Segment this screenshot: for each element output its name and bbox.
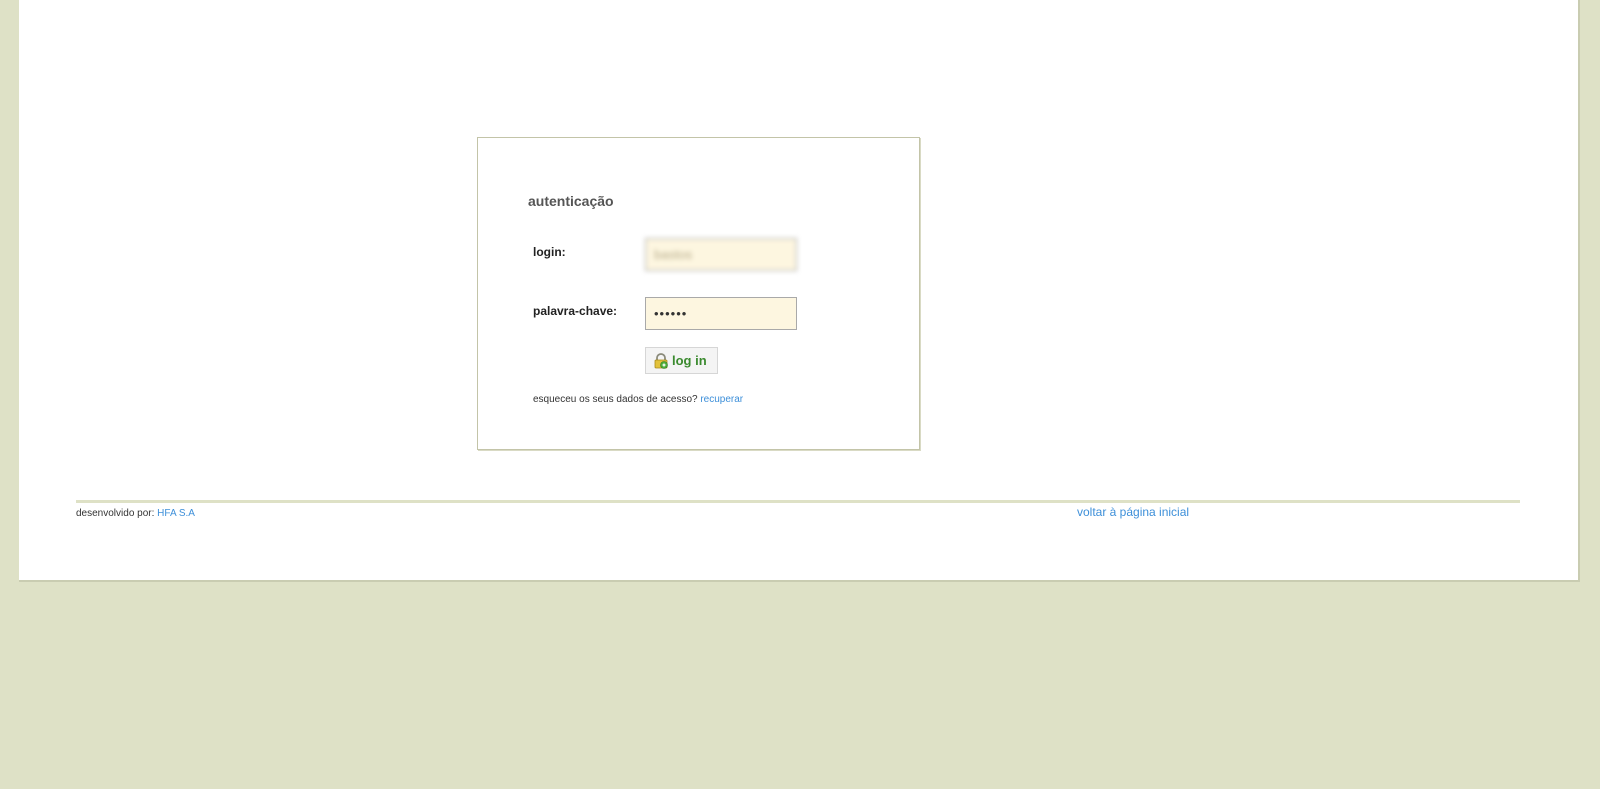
forgot-text: esqueceu os seus dados de acesso? recupe… (533, 394, 743, 405)
login-panel: autenticação login: palavra-chave: log i… (477, 137, 920, 450)
login-button-label: log in (672, 353, 707, 368)
page-container: autenticação login: palavra-chave: log i… (19, 0, 1580, 582)
home-link[interactable]: voltar à página inicial (1077, 505, 1189, 519)
password-label: palavra-chave: (533, 304, 618, 318)
login-button[interactable]: log in (645, 347, 718, 374)
login-input[interactable] (645, 238, 797, 271)
password-input[interactable] (645, 297, 797, 330)
developed-by-label: desenvolvido por: (76, 508, 155, 519)
home-link-container: voltar à página inicial (1077, 505, 1189, 519)
lock-icon (653, 352, 669, 369)
recover-link[interactable]: recuperar (700, 394, 743, 405)
company-link[interactable]: HFA S.A (157, 508, 195, 519)
footer-divider (76, 500, 1520, 503)
login-title: autenticação (528, 193, 614, 209)
developer-credit: desenvolvido por: HFA S.A (76, 508, 195, 519)
forgot-question: esqueceu os seus dados de acesso? (533, 394, 698, 405)
login-label: login: (533, 245, 566, 259)
